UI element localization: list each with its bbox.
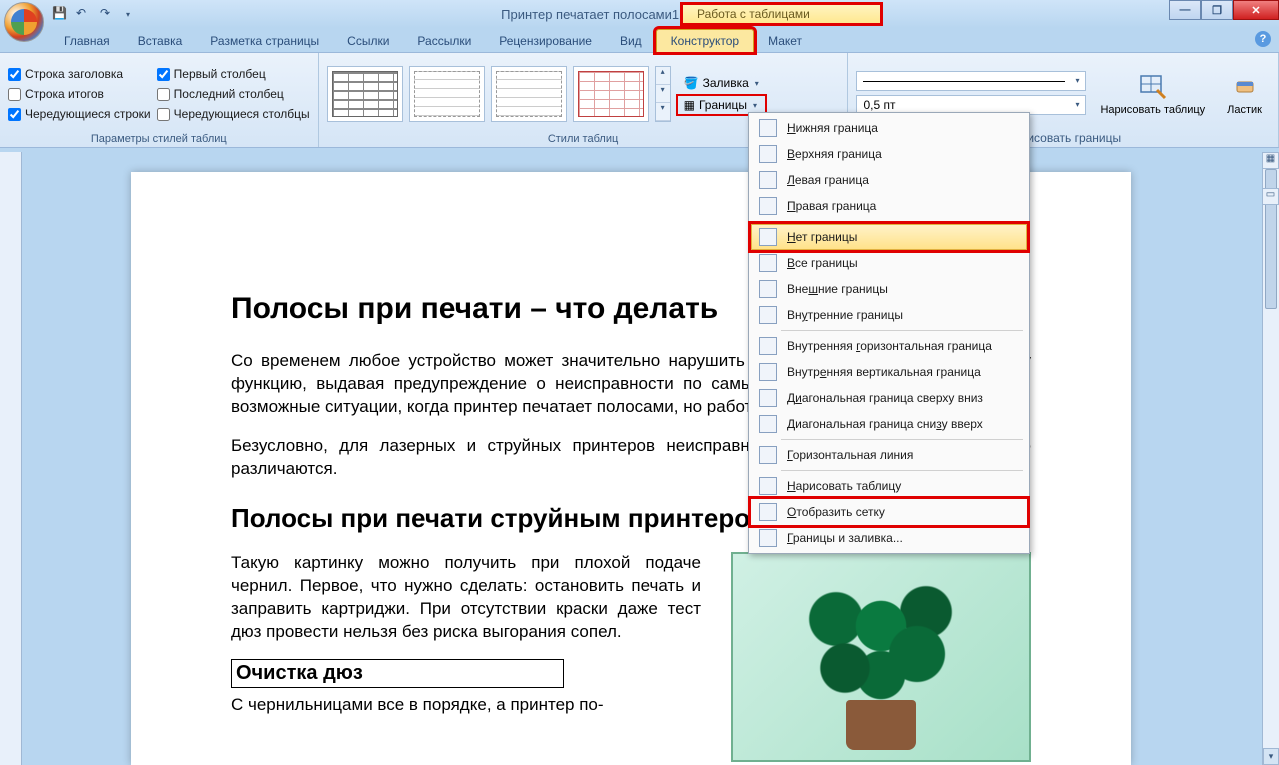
menu-item[interactable]: Внутренняя вертикальная граница: [751, 359, 1027, 385]
menu-item[interactable]: Нарисовать таблицу: [751, 473, 1027, 499]
menu-item[interactable]: Левая граница: [751, 167, 1027, 193]
document-area: Полосы при печати – что делать Со времен…: [0, 152, 1262, 765]
border-type-icon: [759, 197, 777, 215]
border-type-icon: [759, 119, 777, 137]
border-type-icon: [759, 363, 777, 381]
vertical-ruler: [0, 152, 22, 765]
heading-3: Очистка дюз: [231, 659, 564, 688]
pen-style-selector[interactable]: ▾: [856, 71, 1086, 91]
redo-icon[interactable]: ↷: [100, 6, 116, 22]
table-style-thumb[interactable]: [573, 66, 649, 122]
checkbox-option[interactable]: Строка заголовка: [8, 67, 151, 81]
menu-item[interactable]: Правая граница: [751, 193, 1027, 219]
border-type-icon: [759, 503, 777, 521]
tab-разметка страницы[interactable]: Разметка страницы: [196, 30, 333, 52]
menu-item[interactable]: Верхняя граница: [751, 141, 1027, 167]
menu-item[interactable]: Все границы: [751, 250, 1027, 276]
scroll-down-icon[interactable]: ▾: [1263, 748, 1279, 765]
close-button[interactable]: ✕: [1233, 0, 1279, 20]
tab-рецензирование[interactable]: Рецензирование: [485, 30, 606, 52]
table-style-thumb[interactable]: [491, 66, 567, 122]
border-type-icon: [759, 415, 777, 433]
table-style-thumb[interactable]: [327, 66, 403, 122]
tab-вид[interactable]: Вид: [606, 30, 656, 52]
paragraph: С чернильницами все в порядке, а принтер…: [231, 694, 701, 717]
borders-icon: ▦: [684, 98, 695, 112]
border-type-icon: [759, 228, 777, 246]
side-icon[interactable]: ▭: [1262, 188, 1279, 205]
group-label: Параметры стилей таблиц: [8, 131, 310, 145]
border-type-icon: [759, 477, 777, 495]
office-button[interactable]: [4, 2, 44, 42]
help-icon[interactable]: ?: [1255, 31, 1271, 47]
eraser-button[interactable]: Ластик: [1219, 68, 1270, 118]
table-style-thumb[interactable]: [409, 66, 485, 122]
tab-рассылки[interactable]: Рассылки: [403, 30, 485, 52]
checkbox-option[interactable]: Первый столбец: [157, 67, 310, 81]
maximize-button[interactable]: ❐: [1201, 0, 1233, 20]
bucket-icon: 🪣: [684, 76, 699, 90]
draw-table-icon: [1137, 70, 1169, 102]
border-type-icon: [759, 171, 777, 189]
minimize-button[interactable]: —: [1169, 0, 1201, 20]
checkbox-option[interactable]: Чередующиеся строки: [8, 107, 151, 121]
menu-item[interactable]: Внешние границы: [751, 276, 1027, 302]
title-bar: 💾 ↶ ↷ ▾ Принтер печатает полосами1 - Mic…: [0, 0, 1279, 28]
chevron-down-icon: ▾: [755, 79, 759, 88]
ribbon-tabs: ГлавнаяВставкаРазметка страницыСсылкиРас…: [50, 28, 1279, 52]
styles-scroll[interactable]: ▴▾▾: [655, 66, 671, 122]
border-type-icon: [759, 337, 777, 355]
border-type-icon: [759, 446, 777, 464]
tab-макет[interactable]: Макет: [754, 30, 816, 52]
tab-ссылки[interactable]: Ссылки: [333, 30, 403, 52]
checkbox-option[interactable]: Последний столбец: [157, 87, 310, 101]
menu-item[interactable]: Нет границы: [751, 224, 1027, 250]
undo-icon[interactable]: ↶: [76, 6, 92, 22]
menu-item[interactable]: Внутренняя горизонтальная граница: [751, 333, 1027, 359]
quick-access-toolbar: 💾 ↶ ↷ ▾: [52, 6, 130, 22]
group-table-style-options: Строка заголовка Строка итогов Чередующиес…: [0, 53, 319, 147]
menu-item[interactable]: Диагональная граница сверху вниз: [751, 385, 1027, 411]
menu-item[interactable]: Диагональная граница снизу вверх: [751, 411, 1027, 437]
menu-item[interactable]: Горизонтальная линия: [751, 442, 1027, 468]
border-type-icon: [759, 389, 777, 407]
menu-item[interactable]: Границы и заливка...: [751, 525, 1027, 551]
draw-table-button[interactable]: Нарисовать таблицу: [1092, 68, 1213, 118]
checkbox-option[interactable]: Чередующиеся столбцы: [157, 107, 310, 121]
borders-dropdown: Нижняя границаВерхняя границаЛевая грани…: [748, 112, 1030, 554]
fill-button[interactable]: 🪣 Заливка ▾: [677, 73, 766, 93]
menu-item[interactable]: Внутренние границы: [751, 302, 1027, 328]
context-tab-table-tools: Работа с таблицами: [680, 2, 883, 26]
border-type-icon: [759, 529, 777, 547]
tab-вставка[interactable]: Вставка: [124, 30, 197, 52]
tab-главная[interactable]: Главная: [50, 30, 124, 52]
menu-item[interactable]: Нижняя граница: [751, 115, 1027, 141]
embedded-image[interactable]: [731, 552, 1031, 762]
save-icon[interactable]: 💾: [52, 6, 68, 22]
ribbon: Строка заголовка Строка итогов Чередующиес…: [0, 52, 1279, 148]
border-type-icon: [759, 280, 777, 298]
tab-конструктор[interactable]: Конструктор: [656, 29, 754, 52]
vertical-scrollbar[interactable]: ▴ ▾: [1262, 152, 1279, 765]
border-type-icon: [759, 254, 777, 272]
qat-more-icon[interactable]: ▾: [126, 10, 130, 19]
paragraph: Такую картинку можно получить при плохой…: [231, 552, 701, 644]
chevron-down-icon: ▾: [753, 101, 757, 110]
border-type-icon: [759, 145, 777, 163]
window-controls: — ❐ ✕: [1169, 0, 1279, 20]
eraser-icon: [1229, 70, 1261, 102]
checkbox-option[interactable]: Строка итогов: [8, 87, 151, 101]
chevron-down-icon: ▾: [1075, 96, 1079, 114]
menu-item[interactable]: Отобразить сетку: [751, 499, 1027, 525]
border-type-icon: [759, 306, 777, 324]
ruler-toggle-icon[interactable]: ▦: [1262, 152, 1279, 169]
